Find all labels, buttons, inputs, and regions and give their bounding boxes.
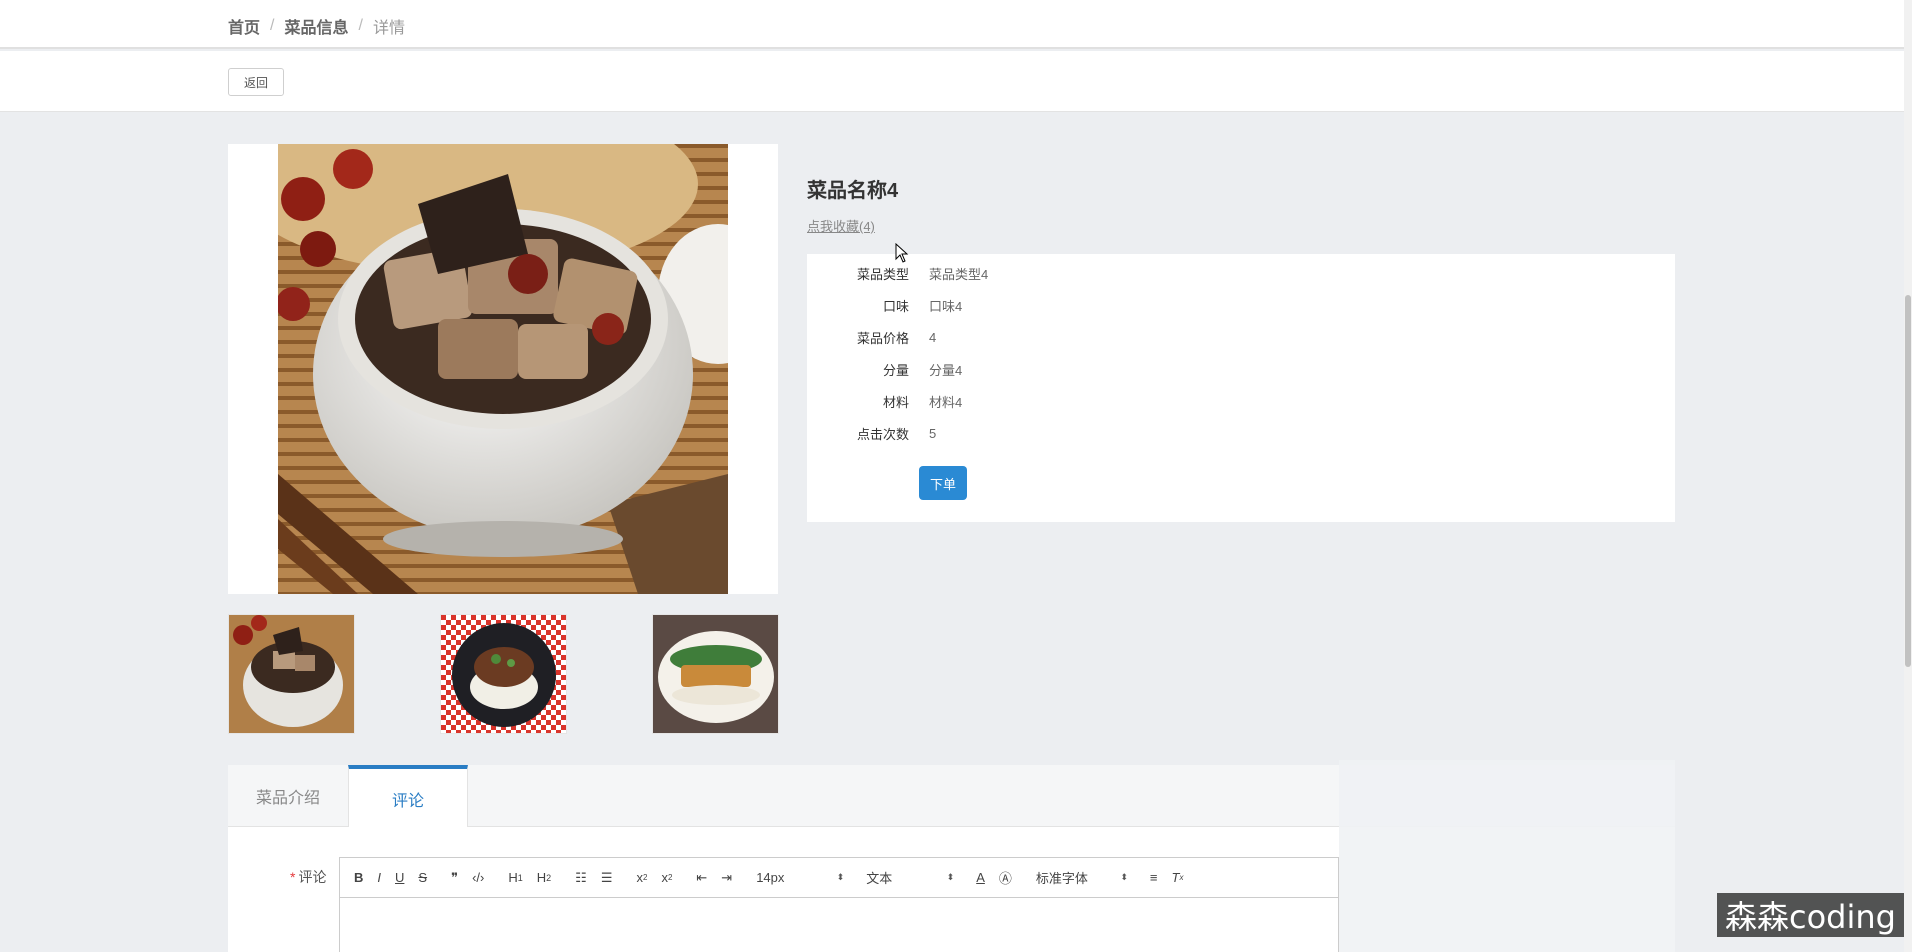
comment-label: * 评论 <box>290 867 326 887</box>
chevron-updown-icon: ⬍ <box>1120 872 1128 882</box>
italic-icon[interactable]: I <box>377 870 381 885</box>
breadcrumb-current: 详情 <box>372 20 405 37</box>
favorite-link[interactable]: 点我收藏(4) <box>807 216 875 235</box>
order-button[interactable]: 下单 <box>919 466 967 500</box>
breadcrumb: 首页 / 菜品信息 / 详情 <box>228 14 405 38</box>
info-value: 材料4 <box>929 394 963 410</box>
block-type-value: 文本 <box>866 871 893 886</box>
align-left-icon[interactable]: ≡ <box>1150 870 1158 885</box>
text-color-icon[interactable]: A <box>976 870 985 885</box>
block-type-picker[interactable]: 文本 ⬍ <box>866 868 954 887</box>
quote-icon[interactable]: ❞ <box>451 870 458 886</box>
action-bar: 返回 <box>0 51 1904 112</box>
code-icon[interactable]: ‹/› <box>472 870 484 885</box>
subscript-icon[interactable]: x2 <box>636 870 647 885</box>
main-image-frame <box>228 144 778 594</box>
breadcrumb-home[interactable]: 首页 <box>228 14 260 38</box>
info-row: 菜品价格 4 <box>807 327 936 347</box>
watermark: 森森coding <box>1717 893 1904 937</box>
comment-label-text: 评论 <box>298 869 327 885</box>
font-size-picker[interactable]: 14px ⬍ <box>756 870 844 885</box>
scrollbar-thumb[interactable] <box>1905 295 1911 667</box>
strike-icon[interactable]: S <box>418 870 427 885</box>
info-value: 口味4 <box>929 298 963 314</box>
main-dish-image <box>278 144 728 594</box>
info-label: 菜品价格 <box>856 330 909 346</box>
blurred-overlay <box>1339 760 1675 952</box>
underline-icon[interactable]: U <box>395 870 404 885</box>
info-value: 菜品类型4 <box>929 266 989 282</box>
info-label: 分量 <box>882 362 909 378</box>
info-value: 分量4 <box>929 362 963 378</box>
info-row: 点击次数 5 <box>807 423 936 443</box>
heading-2-icon[interactable]: H2 <box>537 870 551 885</box>
info-label: 菜品类型 <box>856 266 909 282</box>
info-row: 材料 材料4 <box>807 391 962 411</box>
chevron-updown-icon: ⬍ <box>836 872 845 882</box>
indent-icon[interactable]: ⇥ <box>721 870 732 886</box>
breadcrumb-separator: / <box>270 17 275 34</box>
dish-info-panel: 菜品类型 菜品类型4 口味 口味4 菜品价格 4 分量 分量4 材料 材料4 点… <box>807 254 1675 522</box>
info-row: 分量 分量4 <box>807 359 962 379</box>
rich-text-editor[interactable]: B I U S ❞ ‹/› H1 H2 ☷ ☰ x2 x2 ⇤ ⇥ 14px ⬍ … <box>339 857 1339 952</box>
bullet-list-icon[interactable]: ☰ <box>601 870 613 886</box>
thumbnail-1[interactable] <box>228 614 355 734</box>
mouse-cursor-icon <box>895 242 909 268</box>
clear-format-icon[interactable]: Tx <box>1171 870 1183 885</box>
editor-toolbar: B I U S ❞ ‹/› H1 H2 ☷ ☰ x2 x2 ⇤ ⇥ 14px ⬍ … <box>340 858 1338 898</box>
tab-introduction[interactable]: 菜品介绍 <box>228 765 348 827</box>
top-bar: 首页 / 菜品信息 / 详情 <box>0 0 1904 49</box>
outdent-icon[interactable]: ⇤ <box>696 870 707 886</box>
back-button[interactable]: 返回 <box>228 68 284 96</box>
required-mark: * <box>290 869 296 885</box>
thumbnail-2[interactable] <box>440 614 567 734</box>
chevron-updown-icon: ⬍ <box>946 872 955 882</box>
font-size-value: 14px <box>756 870 785 885</box>
heading-1-icon[interactable]: H1 <box>508 870 522 885</box>
breadcrumb-section[interactable]: 菜品信息 <box>284 14 348 38</box>
font-family-value: 标准字体 <box>1035 871 1088 886</box>
dish-title: 菜品名称4 <box>807 180 899 202</box>
info-label: 口味 <box>882 298 909 314</box>
tab-comments[interactable]: 评论 <box>348 765 468 828</box>
superscript-icon[interactable]: x2 <box>661 870 672 885</box>
info-label: 材料 <box>882 394 909 410</box>
ordered-list-icon[interactable]: ☷ <box>575 870 587 886</box>
bold-icon[interactable]: B <box>354 870 363 885</box>
info-value: 4 <box>929 329 937 345</box>
info-row: 口味 口味4 <box>807 295 962 315</box>
background-color-icon[interactable]: Ⓐ <box>999 868 1012 887</box>
info-value: 5 <box>929 425 937 441</box>
page-scrollbar[interactable] <box>1904 0 1912 952</box>
thumbnail-3[interactable] <box>652 614 779 734</box>
breadcrumb-separator: / <box>358 17 363 34</box>
font-family-picker[interactable]: 标准字体 ⬍ <box>1036 868 1128 887</box>
info-label: 点击次数 <box>856 426 909 442</box>
